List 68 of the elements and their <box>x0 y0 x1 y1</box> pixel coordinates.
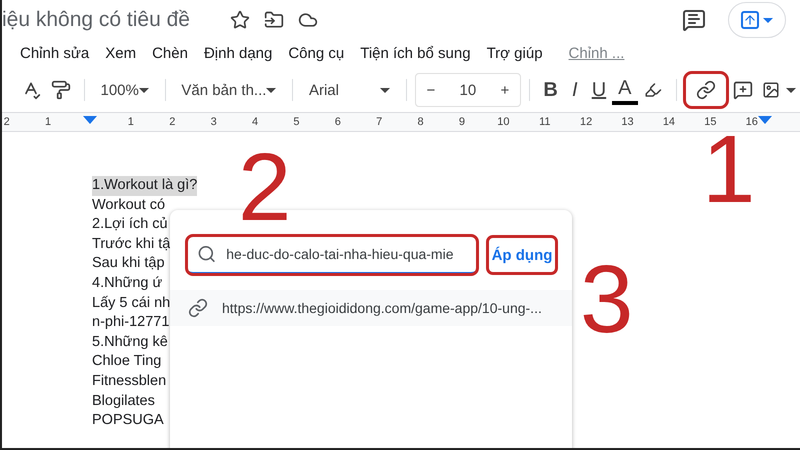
document-line: 4.Những ứ <box>92 274 162 293</box>
ruler-number: 4 <box>252 116 258 128</box>
search-icon <box>197 244 216 264</box>
link-icon <box>188 298 208 318</box>
step-number: 3 <box>580 252 634 348</box>
document-line: Sau khi tập <box>92 254 165 274</box>
document-line: Fitnessblen <box>92 372 166 391</box>
ruler-number: 13 <box>621 116 634 128</box>
link-button[interactable] <box>684 72 728 108</box>
menu-item[interactable]: Công cụ <box>280 44 352 62</box>
step-number: 2 <box>238 140 292 236</box>
font-dropdown[interactable]: Arial <box>300 82 398 98</box>
ruler-number: 6 <box>334 116 341 128</box>
menu-item[interactable]: Định dạng <box>196 44 280 62</box>
menu-item[interactable]: Trợ giúp <box>478 44 551 62</box>
underline-button[interactable]: U <box>586 72 612 108</box>
star-icon[interactable] <box>230 10 250 30</box>
ruler-number: 9 <box>458 116 466 128</box>
document-line: n-phi-12771 <box>92 313 170 332</box>
caret-icon <box>786 88 796 92</box>
decrease-button[interactable]: − <box>416 72 446 108</box>
increase-button[interactable]: + <box>490 72 520 108</box>
document-line: Trước khi tậ <box>92 234 170 254</box>
color-button[interactable]: A <box>612 75 638 105</box>
style-dropdown[interactable]: Văn bản th... <box>173 82 284 98</box>
ruler-number: 1 <box>45 116 52 128</box>
share-button[interactable] <box>728 2 786 38</box>
upload-icon <box>741 11 759 29</box>
menu-item[interactable]: Chèn <box>144 44 196 62</box>
ruler-number: 10 <box>497 116 510 128</box>
font-size-field[interactable]: 10 <box>446 82 490 98</box>
ruler-number: 7 <box>376 116 382 128</box>
document-title[interactable]: iệu không có tiêu đề <box>2 8 190 32</box>
ruler-number: 8 <box>418 116 424 128</box>
zoom-dropdown[interactable]: 100% <box>92 82 157 98</box>
document-line: Lấy 5 cái nh <box>92 294 170 313</box>
link-suggestion[interactable]: https://www.thegioididong.com/game-app/10-ung-... <box>170 290 572 326</box>
move-folder-icon[interactable] <box>264 10 284 30</box>
document-line: 2.Lợi ích củ <box>92 215 168 234</box>
link-input[interactable]: he-duc-do-calo-tai-nha-hieu-qua-mie <box>226 246 467 262</box>
document-line: 5.Những kê <box>92 332 168 352</box>
document-line: Blogilates <box>92 392 155 411</box>
link-icon <box>696 80 716 100</box>
ruler-number: 2 <box>4 116 10 128</box>
ruler-number: 3 <box>210 116 217 128</box>
document-line: Workout có <box>92 196 166 215</box>
last-edit-link[interactable]: Chỉnh ... <box>568 44 624 62</box>
italic-button[interactable]: I <box>564 72 586 108</box>
ruler-number: 1 <box>128 116 134 128</box>
document-line: Chloe Ting <box>92 352 162 372</box>
indent-marker-icon[interactable] <box>758 116 772 124</box>
bold-button[interactable]: B <box>537 72 564 108</box>
ruler-number: 12 <box>580 116 592 128</box>
ruler-number: 11 <box>539 116 550 128</box>
indent-marker-icon[interactable] <box>83 116 97 124</box>
apply-button[interactable]: Áp dụng <box>487 236 557 274</box>
ruler-number: 14 <box>662 116 676 128</box>
ruler-number: 16 <box>746 116 758 128</box>
image-icon <box>762 81 780 99</box>
menu-item[interactable]: Tiện ích bổ sung <box>352 44 479 62</box>
comments-icon[interactable] <box>682 8 706 32</box>
caret-icon <box>763 18 773 22</box>
menu-item[interactable]: Xem <box>97 44 144 62</box>
link-search-field[interactable]: he-duc-do-calo-tai-nha-hieu-qua-mie <box>187 236 477 274</box>
ruler-number: 2 <box>169 116 176 128</box>
ruler-number: 5 <box>293 116 300 128</box>
document-line: POPSUGA <box>92 411 164 430</box>
menu-item[interactable]: Chỉnh sửa <box>12 44 98 62</box>
